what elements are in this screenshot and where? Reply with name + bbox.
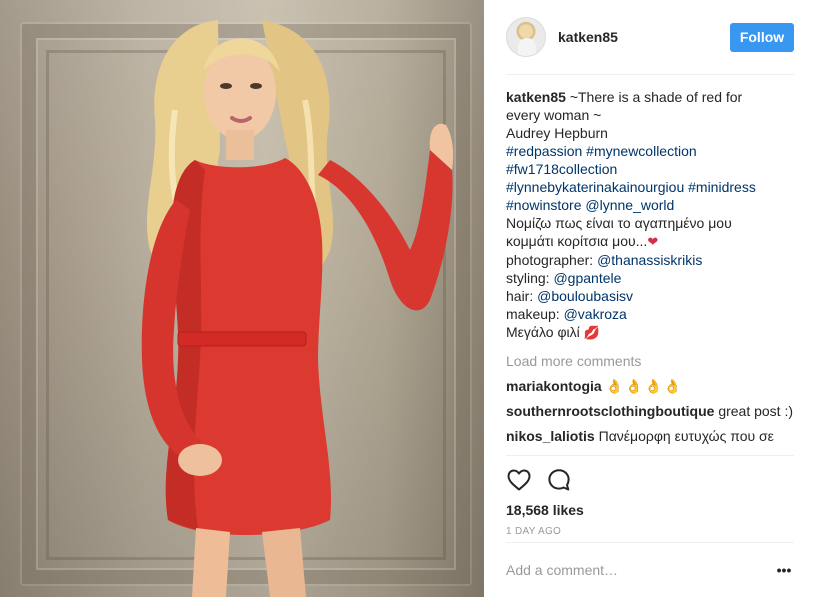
comment-username[interactable]: nikos_laliotis <box>506 428 595 444</box>
styling-credit: styling: @gpantele <box>506 269 794 287</box>
mention-hair[interactable]: @bouloubasisv <box>537 288 633 304</box>
comment-username[interactable]: southernrootsclothingboutique <box>506 403 714 419</box>
more-dots-icon[interactable]: ••• <box>774 560 794 580</box>
post-side-panel: katken85 Follow katken85 ~There is a sha… <box>484 0 818 597</box>
hair-label: hair: <box>506 288 534 304</box>
post-timestamp[interactable]: 1 DAY AGO <box>506 526 794 537</box>
load-more-comments-link[interactable]: Load more comments <box>506 352 794 370</box>
header-username[interactable]: katken85 <box>558 29 730 45</box>
mention-makeup[interactable]: @vakroza <box>564 306 627 322</box>
hashtag-mynewcollection[interactable]: #mynewcollection <box>586 143 697 159</box>
action-icons <box>506 467 794 493</box>
comment-text: 👌👌👌👌 <box>605 378 684 394</box>
mention-styling[interactable]: @gpantele <box>553 270 621 286</box>
mention-photographer[interactable]: @thanassiskrikis <box>597 252 702 268</box>
comments-section: katken85 ~There is a shade of red for ev… <box>506 75 794 455</box>
makeup-label: makeup: <box>506 306 560 322</box>
add-comment-bar: ••• <box>506 542 794 597</box>
photographer-label: photographer: <box>506 252 594 268</box>
lips-emoji-icon: 💋 <box>583 325 600 340</box>
comment-row: mariakontogia 👌👌👌👌 <box>506 377 794 395</box>
comment-row: nikos_laliotis Πανέμορφη ευτυχώς που σε <box>506 427 794 445</box>
heart-outline-icon[interactable] <box>506 467 532 493</box>
speech-bubble-icon[interactable] <box>546 467 572 493</box>
caption-line-3: Audrey Hepburn <box>506 125 608 141</box>
hair-credit: hair: @bouloubasisv <box>506 287 794 305</box>
caption: katken85 ~There is a shade of red for ev… <box>506 88 794 342</box>
styling-label: styling: <box>506 270 550 286</box>
post-actions: 18,568 likes 1 DAY AGO <box>506 455 794 555</box>
hashtag-redpassion[interactable]: #redpassion <box>506 143 582 159</box>
makeup-credit: makeup: @vakroza <box>506 305 794 323</box>
post-header: katken85 Follow <box>506 0 794 75</box>
avatar[interactable] <box>506 17 546 57</box>
greek-line-2-text: κομμάτι κορίτσια μου... <box>506 233 648 249</box>
follow-button[interactable]: Follow <box>730 22 794 52</box>
likes-count[interactable]: 18,568 likes <box>506 502 794 518</box>
hashtag-line-3: #lynnebykaterinakainourgiou #minidress <box>506 178 794 196</box>
hashtag-line-4: #nowinstore @lynne_world <box>506 196 794 214</box>
woman-in-red-dress-illustration <box>141 20 454 597</box>
caption-username[interactable]: katken85 <box>506 89 566 105</box>
heart-emoji-icon: ❤ <box>647 234 659 249</box>
hashtag-nowinstore[interactable]: #nowinstore <box>506 197 582 213</box>
add-comment-input[interactable] <box>506 562 774 578</box>
hashtag-line-1: #redpassion #mynewcollection <box>506 142 794 160</box>
comment-username[interactable]: mariakontogia <box>506 378 602 394</box>
comment-text: great post :) <box>718 403 794 419</box>
closing-text: Μεγάλο φιλί <box>506 324 580 340</box>
greek-line-1: Νομίζω πως είναι το αγαπημένο μου <box>506 215 732 231</box>
hashtag-minidress[interactable]: #minidress <box>688 179 756 195</box>
hashtag-lynnebykaterinakainourgiou[interactable]: #lynnebykaterinakainourgiou <box>506 179 684 195</box>
hashtag-line-2: #fw1718collection <box>506 160 794 178</box>
closing-line: Μεγάλο φιλί 💋 <box>506 323 794 342</box>
caption-line-1: ~There is a shade of red for <box>569 89 743 105</box>
caption-line-2: every woman ~ <box>506 107 602 123</box>
hashtag-fw1718collection[interactable]: #fw1718collection <box>506 161 617 177</box>
post-photo[interactable] <box>0 0 484 597</box>
instagram-post: katken85 Follow katken85 ~There is a sha… <box>0 0 818 597</box>
mention-lynne-world[interactable]: @lynne_world <box>585 197 674 213</box>
comment-row: southernrootsclothingboutique great post… <box>506 402 794 420</box>
greek-line-2: κομμάτι κορίτσια μου...❤ <box>506 232 794 251</box>
comment-text: Πανέμορφη ευτυχώς που σε <box>598 428 774 444</box>
photographer-credit: photographer: @thanassiskrikis <box>506 251 794 269</box>
